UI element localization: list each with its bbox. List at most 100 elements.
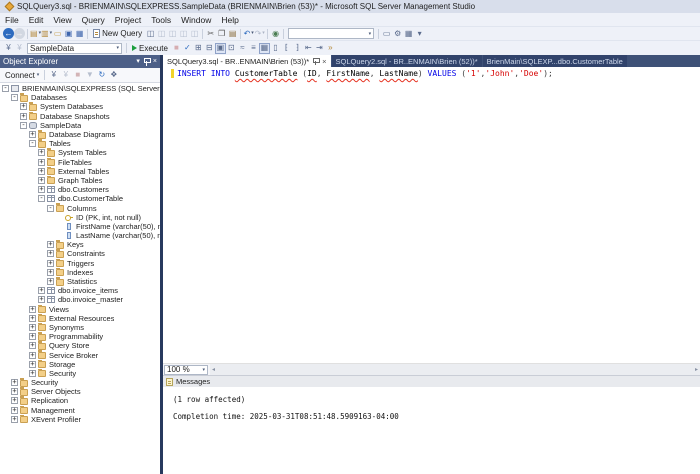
expand-icon[interactable] [29,370,36,377]
wrench-icon[interactable]: ⚙ [392,28,403,39]
intellisense-icon[interactable]: ▣ [215,43,226,54]
document-tab-3[interactable]: BrienMain\SQLEXP...dbo.CustomerTable [483,55,627,67]
tree-item[interactable]: dbo.Customers [0,185,160,194]
refresh-icon[interactable]: ↻ [96,70,107,81]
document-tab-2[interactable]: SQLQuery2.sql - BR..ENMAIN\Brien (52))* [332,55,482,67]
new-mdx-query-icon[interactable]: ◫ [156,28,167,39]
expand-icon[interactable] [29,352,36,359]
execute-button[interactable]: Execute [129,42,171,54]
tree-item[interactable]: Management [0,406,160,415]
collapse-icon[interactable] [2,85,9,92]
toolbox-icon[interactable]: ▦ [403,28,414,39]
sqlcmd-mode-icon[interactable]: » [325,43,336,54]
expand-icon[interactable] [11,416,18,423]
menu-edit[interactable]: Edit [24,15,49,25]
overflow-chevron-icon[interactable]: ▾ [414,28,425,39]
menu-query[interactable]: Query [77,15,110,25]
indent-icon[interactable]: ⇥ [314,43,325,54]
tree-item[interactable]: FileTables [0,158,160,167]
results-to-text-icon[interactable]: ≡ [248,43,259,54]
tree-item[interactable]: Statistics [0,277,160,286]
zoom-selector[interactable]: 100 % ▾ [164,365,208,375]
close-icon[interactable]: × [322,57,326,66]
menu-help[interactable]: Help [216,15,243,25]
tree-item[interactable]: Constraints [0,249,160,258]
properties-window-icon[interactable]: ▭ [381,28,392,39]
disconnect-icon[interactable]: ¥ [14,43,25,54]
menu-window[interactable]: Window [176,15,216,25]
expand-icon[interactable] [20,103,27,110]
auto-hide-pin-icon[interactable] [143,57,150,66]
tree-item[interactable]: Storage [0,360,160,369]
save-icon[interactable]: ▣ [63,28,74,39]
tree-item[interactable]: Server Objects [0,387,160,396]
expand-icon[interactable] [38,177,45,184]
expand-icon[interactable] [11,407,18,414]
parse-icon[interactable]: ✓ [182,43,193,54]
close-icon[interactable]: × [153,58,157,65]
tree-item[interactable]: External Tables [0,167,160,176]
tree-item[interactable]: Views [0,305,160,314]
menu-file[interactable]: File [0,15,24,25]
save-all-icon[interactable]: ▦ [74,28,85,39]
collapse-icon[interactable] [47,205,54,212]
expand-icon[interactable] [11,397,18,404]
tree-item[interactable]: LastName (varchar(50), null) [0,231,160,240]
new-xmla-query-icon[interactable]: ◫ [178,28,189,39]
tree-item[interactable]: Security [0,369,160,378]
tree-item[interactable]: SampleData [0,121,160,130]
cancel-query-icon[interactable]: ■ [171,43,182,54]
collapse-icon[interactable] [20,122,27,129]
expand-icon[interactable] [29,333,36,340]
open-file-icon[interactable]: ▥▾ [41,28,52,39]
expand-icon[interactable] [29,131,36,138]
connect-plug-icon[interactable]: ¥ [48,70,59,81]
expand-icon[interactable] [29,324,36,331]
tree-item[interactable]: Replication [0,396,160,405]
tree-item[interactable]: dbo.CustomerTable [0,194,160,203]
menu-tools[interactable]: Tools [146,15,176,25]
expand-icon[interactable] [11,388,18,395]
actual-plan-icon[interactable]: ⊡ [226,43,237,54]
tree-item[interactable]: BRIENMAIN\SQLEXPRESS (SQL Server 16.0.10… [0,84,160,93]
database-selector[interactable]: SampleData▾ [27,43,122,54]
tree-item[interactable]: Database Snapshots [0,112,160,121]
pin-icon[interactable] [313,57,319,65]
paste-icon[interactable]: ▤ [227,28,238,39]
tree-item[interactable]: System Tables [0,148,160,157]
query-editor[interactable]: INSERT INTO CustomerTable (ID, FirstName… [163,67,700,363]
expand-icon[interactable] [38,186,45,193]
expand-icon[interactable] [38,168,45,175]
new-query-icon[interactable]: ▤▾ [30,28,41,39]
menu-project[interactable]: Project [110,15,146,25]
tree-item[interactable]: Keys [0,240,160,249]
tree-item[interactable]: ID (PK, int, not null) [0,213,160,222]
horizontal-scrollbar[interactable]: ◂ ▸ [210,364,700,375]
estimated-plan-icon[interactable]: ⊞ [193,43,204,54]
tree-item[interactable]: Programmability [0,332,160,341]
tree-item[interactable]: External Resources [0,314,160,323]
query-options-icon[interactable]: ⊟ [204,43,215,54]
expand-icon[interactable] [29,342,36,349]
new-query-button[interactable]: New Query [90,28,145,40]
redo-icon[interactable]: ↷▾ [254,28,265,39]
tree-item[interactable]: Query Store [0,341,160,350]
expand-icon[interactable] [47,278,54,285]
stop-icon[interactable]: ■ [72,70,83,81]
nav-forward-icon[interactable]: → [14,28,25,39]
expand-icon[interactable] [47,241,54,248]
tree-item[interactable]: Graph Tables [0,176,160,185]
nav-back-icon[interactable]: ← [3,28,14,39]
expand-icon[interactable] [38,287,45,294]
expand-icon[interactable] [47,260,54,267]
object-explorer-titlebar[interactable]: Object Explorer ▾ × [0,55,160,68]
tree-item[interactable]: Tables [0,139,160,148]
connect-button[interactable]: Connect ▾ [3,71,41,80]
tree-item[interactable]: dbo.invoice_items [0,286,160,295]
scroll-right-icon[interactable]: ▸ [693,366,700,373]
scroll-left-icon[interactable]: ◂ [210,366,217,373]
tree-item[interactable]: Synonyms [0,323,160,332]
expand-icon[interactable] [29,315,36,322]
tree-item[interactable]: System Databases [0,102,160,111]
menu-view[interactable]: View [48,15,76,25]
